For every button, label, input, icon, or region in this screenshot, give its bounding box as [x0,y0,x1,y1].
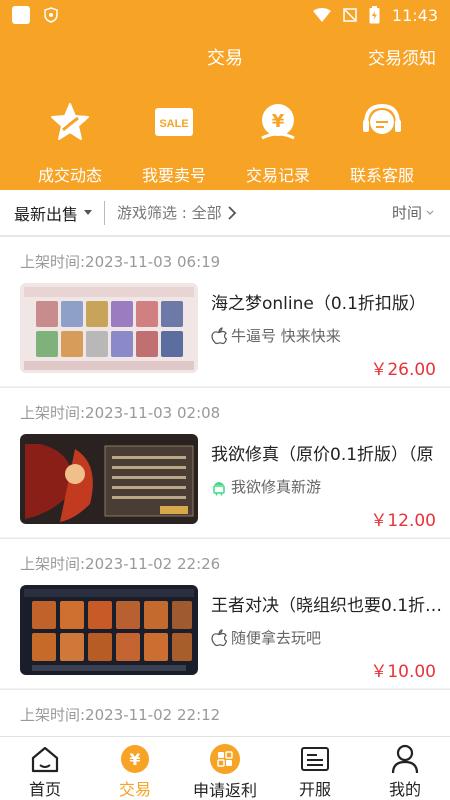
tab-label: 申请返利 [192,781,257,800]
game-screenshot-thumbnail [20,434,198,524]
filter-bar: 最新出售 游戏筛选 : 全部 时间 [0,190,450,236]
status-bar: 11:43 [0,0,450,30]
chevron-right-icon [227,205,236,220]
tab-server[interactable]: 开服 [270,737,360,800]
listing-time: 上架时间:2023-11-02 22:12 [20,706,221,724]
chevron-down-icon [426,210,434,215]
listing-title: 我欲修真（原价0.1折版）（原 [211,445,434,465]
listing-price: ￥10.00 [370,662,436,682]
bottom-tab-bar: 首页 ¥ 交易 申请返利 开服 我的 [0,736,450,800]
seller-name: 牛逼号 快来快来 [231,327,341,345]
notification-icon [12,6,30,24]
tab-home[interactable]: 首页 [0,737,90,800]
no-signal-icon [343,8,357,22]
sale-tag-icon: SALE [152,100,196,144]
home-icon [29,743,61,774]
sort-label: 最新出售 [14,204,79,224]
tab-trade[interactable]: ¥ 交易 [90,737,180,800]
trade-notice-link[interactable]: 交易须知 [368,44,436,69]
listing-item[interactable]: 上架时间:2023-11-03 02:08 我欲修真（原价0.1折版）（原 我欲… [0,387,450,537]
game-filter-button[interactable]: 游戏筛选 : 全部 [117,202,237,223]
listing-seller: 随便拿去玩吧 [211,627,321,648]
quick-action-label: 成交动态 [37,166,102,185]
user-icon [389,743,421,774]
wifi-icon [312,8,331,22]
header: 交易 交易须知 成交动态 SALE 我要卖号 ¥ 交易记录 联系客服 [0,30,450,190]
listing-time: 上架时间:2023-11-03 06:19 [20,253,221,271]
star-icon [48,100,92,144]
sort-dropdown[interactable]: 最新出售 [0,201,93,225]
svg-text:¥: ¥ [129,750,140,769]
seller-name: 我欲修真新游 [231,478,322,496]
listing-item[interactable]: 上架时间:2023-11-02 22:26 王者对决（晓组织也要0.1折… 随便… [0,538,450,688]
time-sort-button[interactable]: 时间 [392,202,450,223]
rebate-icon [209,743,241,775]
tab-rebate[interactable]: 申请返利 [180,737,270,800]
listing-seller: 牛逼号 快来快来 [211,325,341,346]
seller-name: 随便拿去玩吧 [231,629,322,647]
tab-label: 首页 [28,780,61,799]
clock: 11:43 [391,5,438,25]
tab-mine[interactable]: 我的 [360,737,450,800]
tab-label: 我的 [388,780,421,799]
yen-icon: ¥ [119,743,151,774]
listing-title: 王者对决（晓组织也要0.1折… [211,596,443,616]
listing-time: 上架时间:2023-11-03 02:08 [20,404,221,422]
svg-text:SALE: SALE [159,118,188,130]
game-screenshot-thumbnail [20,283,198,373]
listing-price: ￥12.00 [370,511,436,531]
quick-action-label: 联系客服 [349,166,414,185]
listing-item[interactable]: 上架时间:2023-11-03 06:19 海之梦online（0.1折扣版） … [0,236,450,386]
game-screenshot-thumbnail [20,585,198,675]
shield-icon [44,7,58,23]
listing-list: 上架时间:2023-11-03 06:19 海之梦online（0.1折扣版） … [0,236,450,800]
game-filter-label: 游戏筛选 : 全部 [117,204,222,222]
quick-action-records[interactable]: ¥ 交易记录 [226,100,330,186]
listing-seller: 我欲修真新游 [211,476,321,497]
apple-icon [211,326,227,344]
android-icon [213,481,225,495]
quick-action-label: 交易记录 [245,166,310,185]
headset-icon [360,100,404,144]
listing-title: 海之梦online（0.1折扣版） [211,294,426,314]
quick-actions: 成交动态 SALE 我要卖号 ¥ 交易记录 联系客服 [0,100,450,186]
quick-action-deals[interactable]: 成交动态 [18,100,122,186]
battery-icon [369,6,380,24]
listing-time: 上架时间:2023-11-02 22:26 [20,555,221,573]
quick-action-sell[interactable]: SALE 我要卖号 [122,100,226,186]
listing-price: ￥26.00 [370,360,436,380]
server-icon [299,743,331,774]
time-sort-label: 时间 [391,204,422,222]
caret-down-icon [84,210,93,215]
svg-text:¥: ¥ [272,111,285,132]
quick-action-label: 我要卖号 [141,166,206,185]
apple-icon [211,628,227,646]
tab-label: 开服 [298,780,331,799]
tab-label: 交易 [118,780,151,799]
yen-coin-icon: ¥ [256,100,300,144]
divider [104,200,106,225]
quick-action-support[interactable]: 联系客服 [330,100,434,186]
